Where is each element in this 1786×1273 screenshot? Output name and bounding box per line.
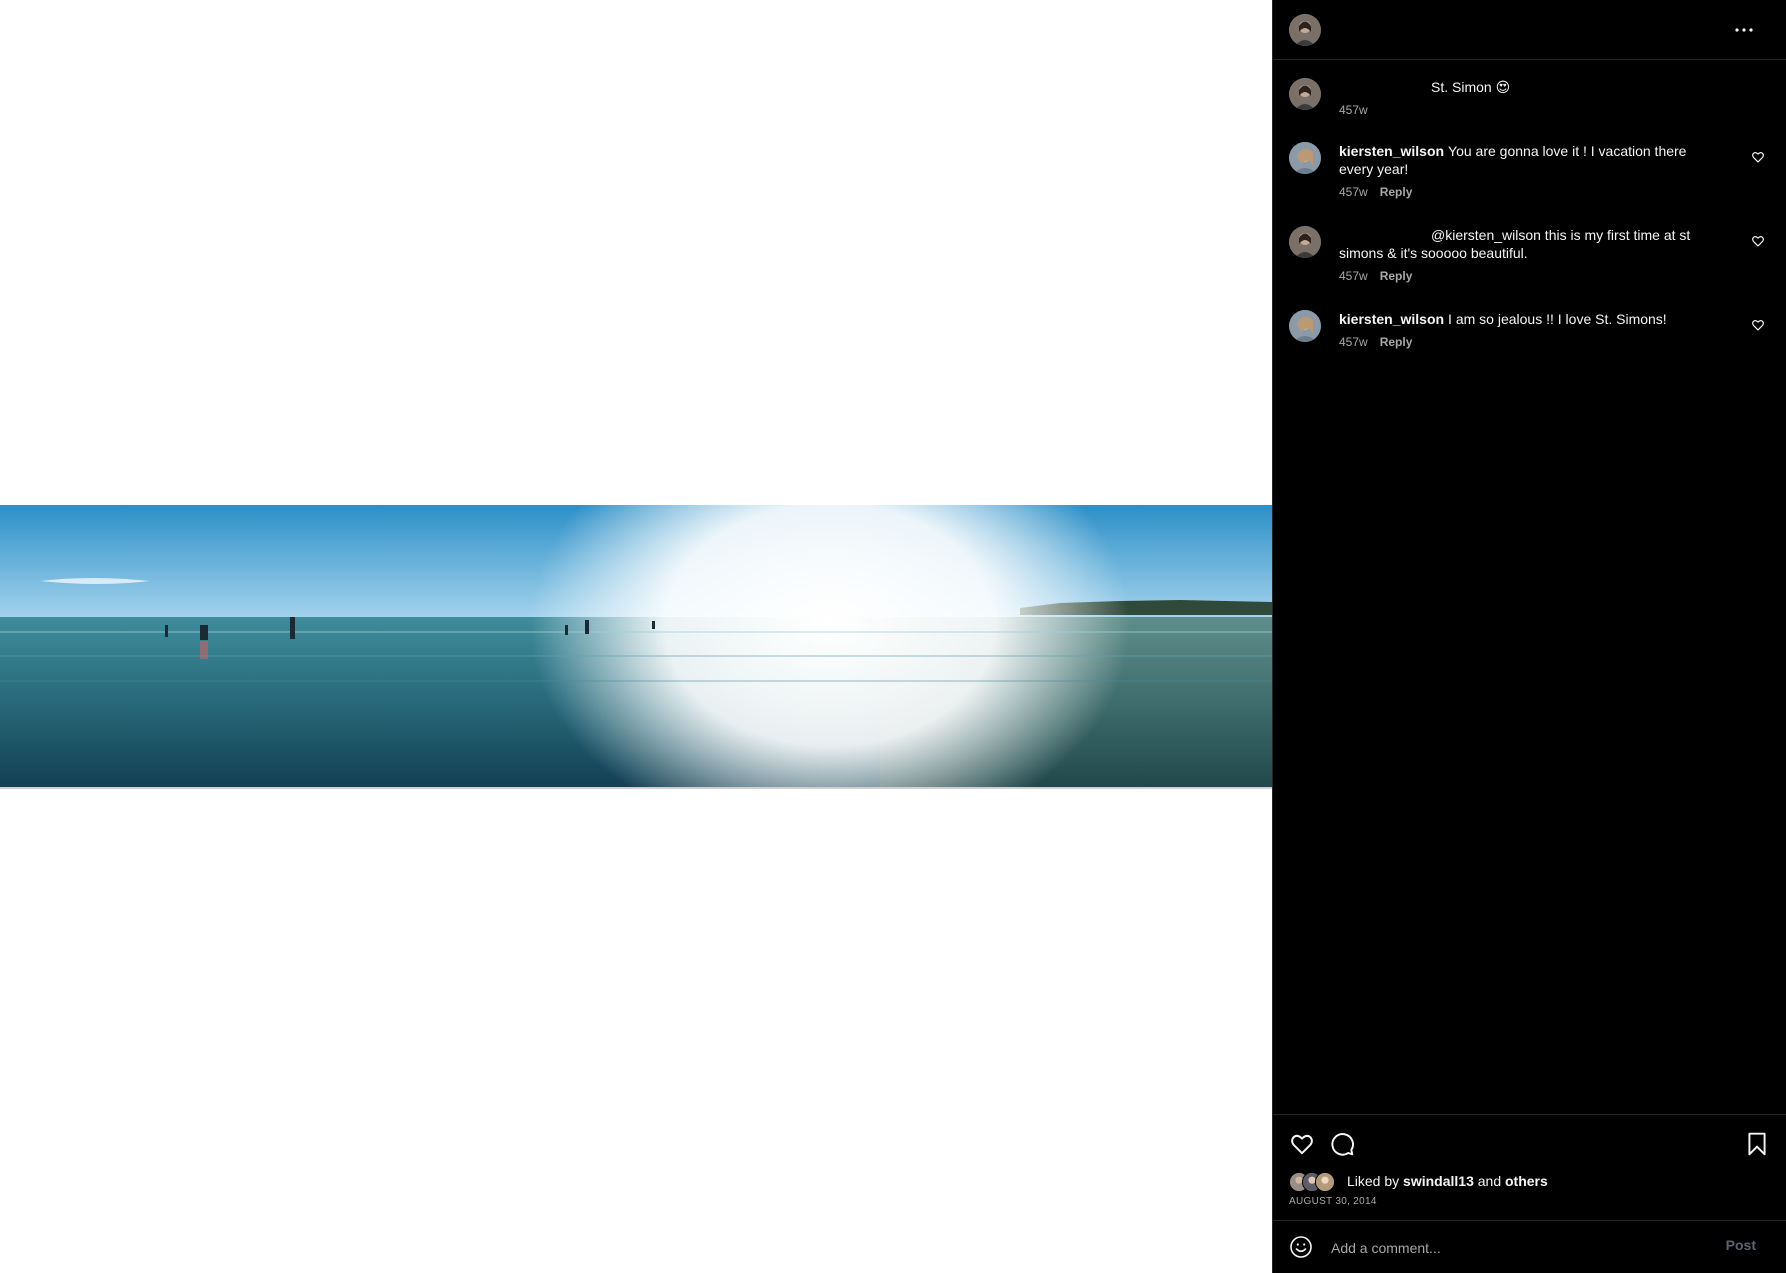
author-avatar[interactable] <box>1289 78 1321 110</box>
heart-icon <box>1752 320 1764 331</box>
comment-body: kiersten_wilson You are gonna love it ! I… <box>1339 142 1719 178</box>
comment-text: I am so jealous !! I love St. Simons! <box>1448 311 1667 327</box>
comment-bubble-icon <box>1331 1133 1354 1156</box>
bookmark-icon <box>1748 1132 1766 1156</box>
caption-text: St. Simon 😍 <box>1431 79 1511 95</box>
comment-text: @kiersten_wilson this is my first time a… <box>1339 227 1691 261</box>
reply-button[interactable]: Reply <box>1380 335 1413 349</box>
commenter-avatar[interactable] <box>1289 226 1321 258</box>
comment-meta: 457w Reply <box>1339 334 1412 350</box>
reply-button[interactable]: Reply <box>1380 185 1413 199</box>
post-photo[interactable] <box>0 505 1272 789</box>
liker-avatar <box>1315 1172 1335 1192</box>
like-button[interactable] <box>1289 1131 1315 1157</box>
comment-username[interactable]: kiersten_wilson <box>1339 143 1444 159</box>
heart-icon <box>1752 236 1764 247</box>
more-options-button[interactable] <box>1732 18 1756 42</box>
like-comment-button[interactable] <box>1751 150 1765 164</box>
likes-prefix: Liked by <box>1347 1173 1400 1189</box>
beach-panorama-image <box>0 505 1272 789</box>
comment-time[interactable]: 457w <box>1339 335 1368 349</box>
likes-others-link[interactable]: others <box>1505 1173 1548 1189</box>
save-button[interactable] <box>1744 1131 1770 1157</box>
smiley-face-icon <box>1290 1236 1312 1258</box>
comment-meta: 457w Reply <box>1339 268 1412 284</box>
post-media <box>0 0 1272 1273</box>
comment-body: @kiersten_wilson this is my first time a… <box>1339 226 1719 262</box>
post-date[interactable]: AUGUST 30, 2014 <box>1289 1196 1377 1207</box>
reply-button[interactable]: Reply <box>1380 269 1413 283</box>
liker-username[interactable]: swindall13 <box>1403 1173 1474 1189</box>
comment-username[interactable]: kiersten_wilson <box>1339 311 1444 327</box>
like-comment-button[interactable] <box>1751 318 1765 332</box>
post-actions-bar <box>1273 1114 1786 1174</box>
caption-time[interactable]: 457w <box>1339 103 1368 117</box>
commenter-avatar[interactable] <box>1289 142 1321 174</box>
add-comment-bar: Post <box>1273 1220 1786 1273</box>
comment-body: kiersten_wilson I am so jealous !! I love… <box>1339 310 1719 328</box>
like-comment-button[interactable] <box>1751 234 1765 248</box>
heart-icon <box>1291 1134 1313 1155</box>
comment-time[interactable]: 457w <box>1339 269 1368 283</box>
liker-avatars[interactable] <box>1289 1172 1339 1192</box>
panel-header <box>1273 0 1786 60</box>
comment-input[interactable] <box>1329 1235 1713 1261</box>
heart-icon <box>1752 152 1764 163</box>
likes-text: Liked by swindall13 and others <box>1347 1173 1548 1189</box>
caption-body: St. Simon 😍 <box>1339 78 1719 96</box>
emoji-button[interactable] <box>1289 1235 1313 1259</box>
caption-meta: 457w <box>1339 102 1368 118</box>
comment-button[interactable] <box>1329 1131 1355 1157</box>
author-avatar[interactable] <box>1289 14 1321 46</box>
likes-joiner: and <box>1477 1173 1502 1189</box>
post-comment-button[interactable]: Post <box>1726 1237 1756 1253</box>
commenter-avatar[interactable] <box>1289 310 1321 342</box>
more-horizontal-icon <box>1735 28 1753 32</box>
comment-meta: 457w Reply <box>1339 184 1412 200</box>
post-detail-panel: St. Simon 😍 457w kiersten_wilson You are … <box>1272 0 1786 1273</box>
comment-time[interactable]: 457w <box>1339 185 1368 199</box>
